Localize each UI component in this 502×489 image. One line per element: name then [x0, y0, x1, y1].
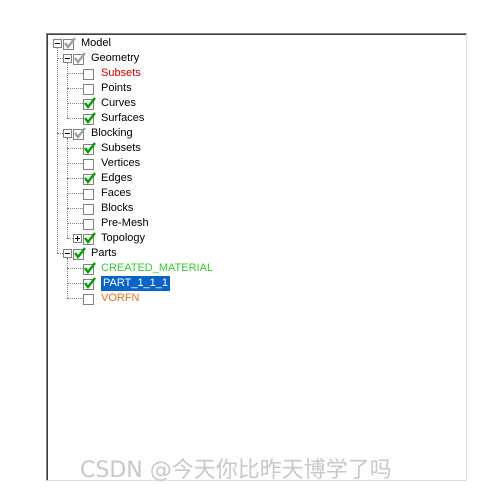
checkbox-icon[interactable]	[73, 247, 86, 260]
tree-item-edges[interactable]: Edges	[47, 171, 466, 186]
watermark-text: CSDN @今天你比昨天博学了吗	[80, 458, 392, 483]
tree-item-label: Vertices	[101, 157, 141, 169]
checkbox-icon[interactable]	[83, 112, 96, 125]
checkbox-icon[interactable]	[73, 127, 86, 140]
checkbox-icon[interactable]	[83, 97, 96, 110]
tree-item-label: Curves	[101, 97, 136, 109]
tree-item-label: Topology	[101, 232, 146, 244]
checkbox-icon[interactable]	[83, 189, 94, 200]
checkbox-icon[interactable]	[83, 84, 94, 95]
tree-item-topology[interactable]: Topology	[47, 231, 466, 246]
tree-item-label: Surfaces	[101, 112, 145, 124]
tree-item-label: VORFN	[101, 292, 140, 304]
checkbox-icon[interactable]	[83, 142, 96, 155]
tree-item-subsets[interactable]: Subsets	[47, 66, 466, 81]
checkbox-icon[interactable]	[83, 204, 94, 215]
collapse-minus-icon[interactable]	[63, 54, 72, 63]
tree-panel: Model Geometry Subsets Points Curves Surfaces…	[46, 33, 467, 481]
checkbox-icon[interactable]	[83, 159, 94, 170]
checkbox-icon[interactable]	[83, 219, 94, 230]
tree-item-model[interactable]: Model	[47, 36, 466, 51]
tree-item-part-1-1-1[interactable]: PART_1_1_1	[47, 275, 466, 292]
tree-item-blocking[interactable]: Blocking	[47, 126, 466, 141]
checkbox-icon[interactable]	[83, 277, 96, 290]
expand-plus-icon[interactable]	[73, 234, 82, 243]
tree-item-label: Subsets	[101, 67, 141, 79]
tree-item-vorfn[interactable]: VORFN	[47, 291, 466, 306]
tree-item-faces[interactable]: Faces	[47, 186, 466, 201]
tree-item-curves[interactable]: Curves	[47, 96, 466, 111]
tree-item-vertices[interactable]: Vertices	[47, 156, 466, 171]
tree-item-label: Edges	[101, 172, 133, 184]
tree-item-label: Parts	[91, 247, 117, 259]
tree-item-label: Pre-Mesh	[101, 217, 149, 229]
tree-item-label: Faces	[101, 187, 131, 199]
tree-item-label: Blocks	[101, 202, 134, 214]
tree-item-label: Model	[81, 37, 111, 49]
collapse-minus-icon[interactable]	[53, 39, 62, 48]
collapse-minus-icon[interactable]	[63, 249, 72, 258]
tree-item-subsets[interactable]: Subsets	[47, 141, 466, 156]
tree-item-geometry[interactable]: Geometry	[47, 51, 466, 66]
tree-item-points[interactable]: Points	[47, 81, 466, 96]
tree-item-surfaces[interactable]: Surfaces	[47, 111, 466, 126]
tree-item-pre-mesh[interactable]: Pre-Mesh	[47, 216, 466, 231]
checkbox-icon[interactable]	[83, 294, 94, 305]
tree-item-label: CREATED_MATERIAL	[101, 262, 214, 274]
checkbox-icon[interactable]	[63, 37, 76, 50]
tree-item-label: Blocking	[91, 127, 133, 139]
model-tree[interactable]: Model Geometry Subsets Points Curves Surfaces…	[47, 34, 466, 480]
collapse-minus-icon[interactable]	[63, 129, 72, 138]
tree-item-label: Subsets	[101, 142, 141, 154]
checkbox-icon[interactable]	[83, 262, 96, 275]
tree-item-created-material[interactable]: CREATED_MATERIAL	[47, 261, 466, 276]
tree-item-blocks[interactable]: Blocks	[47, 201, 466, 216]
tree-item-label: PART_1_1_1	[99, 275, 172, 292]
tree-item-parts[interactable]: Parts	[47, 246, 466, 261]
checkbox-icon[interactable]	[73, 52, 86, 65]
checkbox-icon[interactable]	[83, 172, 96, 185]
tree-item-label: Points	[101, 82, 132, 94]
tree-item-label: Geometry	[91, 52, 140, 64]
checkbox-icon[interactable]	[83, 69, 94, 80]
checkbox-icon[interactable]	[83, 232, 96, 245]
